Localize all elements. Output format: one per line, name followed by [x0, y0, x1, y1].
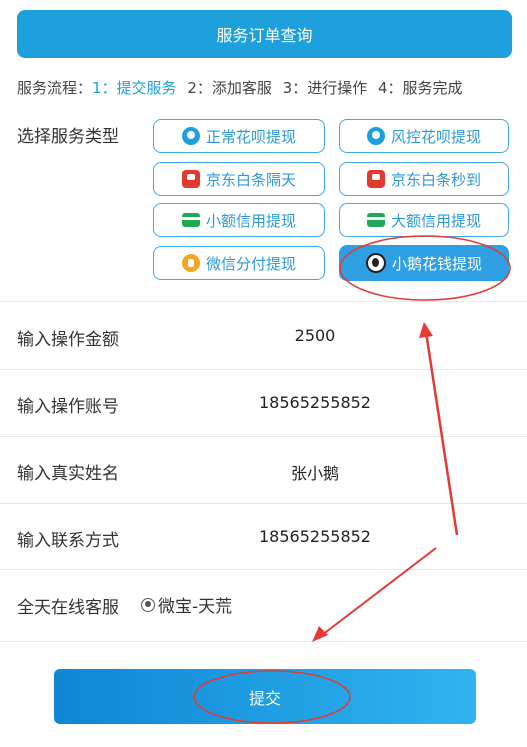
option-jd-instant[interactable]: 京东白条秒到	[339, 162, 509, 196]
radio-checked-icon[interactable]	[141, 597, 155, 612]
option-label: 风控花呗提现	[390, 127, 481, 146]
option-label: 大额信用提现	[390, 211, 481, 230]
order-query-button[interactable]: 服务订单查询	[17, 10, 512, 58]
flow-label: 服务流程：	[17, 79, 93, 97]
jd-icon	[366, 170, 385, 188]
option-label: 小额信用提现	[205, 211, 296, 230]
option-large-credit[interactable]: 大额信用提现	[339, 203, 509, 237]
divider	[0, 369, 527, 370]
service-flow: 服务流程：1：提交服务 2：添加客服 3：进行操作 4：服务完成	[17, 77, 469, 98]
name-label: 输入真实姓名	[17, 464, 119, 484]
divider	[0, 503, 527, 504]
divider	[0, 301, 527, 302]
option-small-credit[interactable]: 小额信用提现	[153, 203, 325, 237]
amount-input[interactable]: 2500	[160, 326, 470, 345]
jd-icon	[181, 170, 200, 188]
option-wechat-fenfu[interactable]: 微信分付提现	[153, 246, 325, 280]
contact-input[interactable]: 18565255852	[160, 527, 470, 546]
option-label: 正常花呗提现	[205, 127, 296, 146]
annotation-arrowhead-down	[312, 626, 328, 642]
wechat-fenfu-icon	[181, 254, 200, 272]
contact-label: 输入联系方式	[17, 531, 119, 551]
flow-step-4: 4：服务完成	[378, 79, 463, 97]
divider	[0, 569, 527, 570]
option-label: 京东白条隔天	[205, 170, 296, 189]
submit-button[interactable]: 提交	[54, 669, 476, 724]
option-label: 微信分付提现	[205, 254, 296, 273]
card-icon	[366, 213, 385, 227]
annotation-overlay	[193, 235, 511, 724]
option-label: 小鹅花钱提现	[391, 254, 482, 273]
card-icon	[181, 213, 200, 227]
support-option[interactable]: 微宝-天荒	[141, 592, 232, 617]
option-xiaoe-selected[interactable]: 小鹅花钱提现	[339, 245, 509, 281]
divider	[0, 436, 527, 437]
flow-step-2: 2：添加客服	[187, 79, 272, 97]
option-label: 京东白条秒到	[390, 170, 481, 189]
huabei-icon	[181, 127, 200, 145]
account-label: 输入操作账号	[17, 397, 119, 417]
service-type-label: 选择服务类型	[17, 127, 119, 147]
option-risk-huabei[interactable]: 风控花呗提现	[339, 119, 509, 153]
annotation-arrow-up	[424, 331, 459, 536]
xiaoe-icon	[365, 253, 386, 273]
name-input[interactable]: 张小鹅	[160, 460, 470, 484]
huabei-icon	[366, 127, 385, 145]
option-jd-next-day[interactable]: 京东白条隔天	[153, 162, 325, 196]
amount-label: 输入操作金额	[17, 330, 119, 350]
support-label: 全天在线客服	[17, 598, 119, 618]
annotation-arrow-down	[321, 547, 437, 636]
divider	[0, 641, 527, 642]
account-input[interactable]: 18565255852	[160, 393, 470, 412]
flow-step-3: 3：进行操作	[282, 79, 368, 97]
option-normal-huabei[interactable]: 正常花呗提现	[153, 119, 325, 153]
flow-step-1: 1：提交服务	[92, 79, 177, 97]
support-option-label: 微宝-天荒	[158, 597, 233, 617]
